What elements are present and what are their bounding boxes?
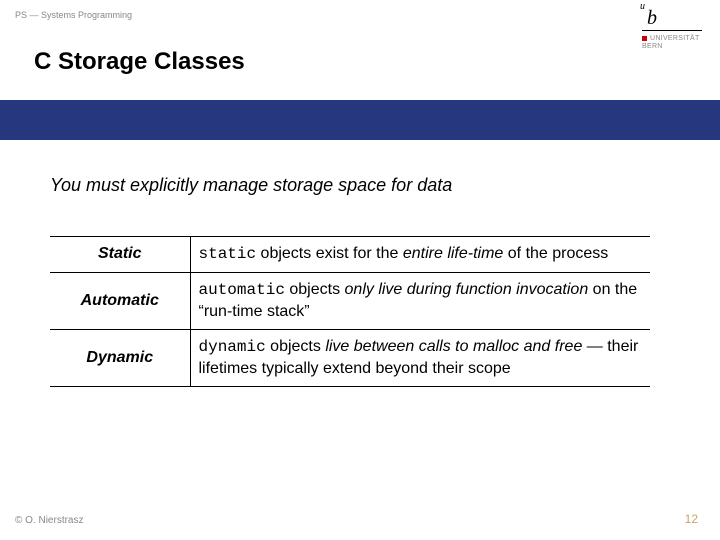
table-row: Dynamic dynamic objects live between cal…	[50, 329, 650, 386]
content-area: You must explicitly manage storage space…	[50, 175, 670, 387]
row-label: Static	[50, 237, 190, 273]
row-description: static objects exist for the entire life…	[190, 237, 650, 273]
header: PS — Systems Programming C Storage Class…	[0, 0, 720, 100]
table-row: Static static objects exist for the enti…	[50, 237, 650, 273]
logo-sup: u	[640, 1, 645, 12]
university-logo: ub UNIVERSITÄT BERN	[642, 8, 702, 52]
table-row: Automatic automatic objects only live du…	[50, 272, 650, 329]
row-description: dynamic objects live between calls to ma…	[190, 329, 650, 386]
row-label: Automatic	[50, 272, 190, 329]
slide-title: C Storage Classes	[34, 48, 245, 76]
footer-copyright: © O. Nierstrasz	[15, 515, 84, 526]
row-label: Dynamic	[50, 329, 190, 386]
storage-classes-table: Static static objects exist for the enti…	[50, 236, 650, 387]
lead-sentence: You must explicitly manage storage space…	[50, 175, 670, 196]
logo-text: UNIVERSITÄT BERN	[642, 35, 702, 52]
row-description: automatic objects only live during funct…	[190, 272, 650, 329]
logo-divider	[642, 30, 702, 31]
logo-dot-icon	[642, 36, 647, 41]
logo-letter: ub	[642, 8, 702, 28]
page-number: 12	[685, 512, 698, 526]
course-label: PS — Systems Programming	[15, 10, 132, 20]
title-band	[0, 100, 720, 140]
